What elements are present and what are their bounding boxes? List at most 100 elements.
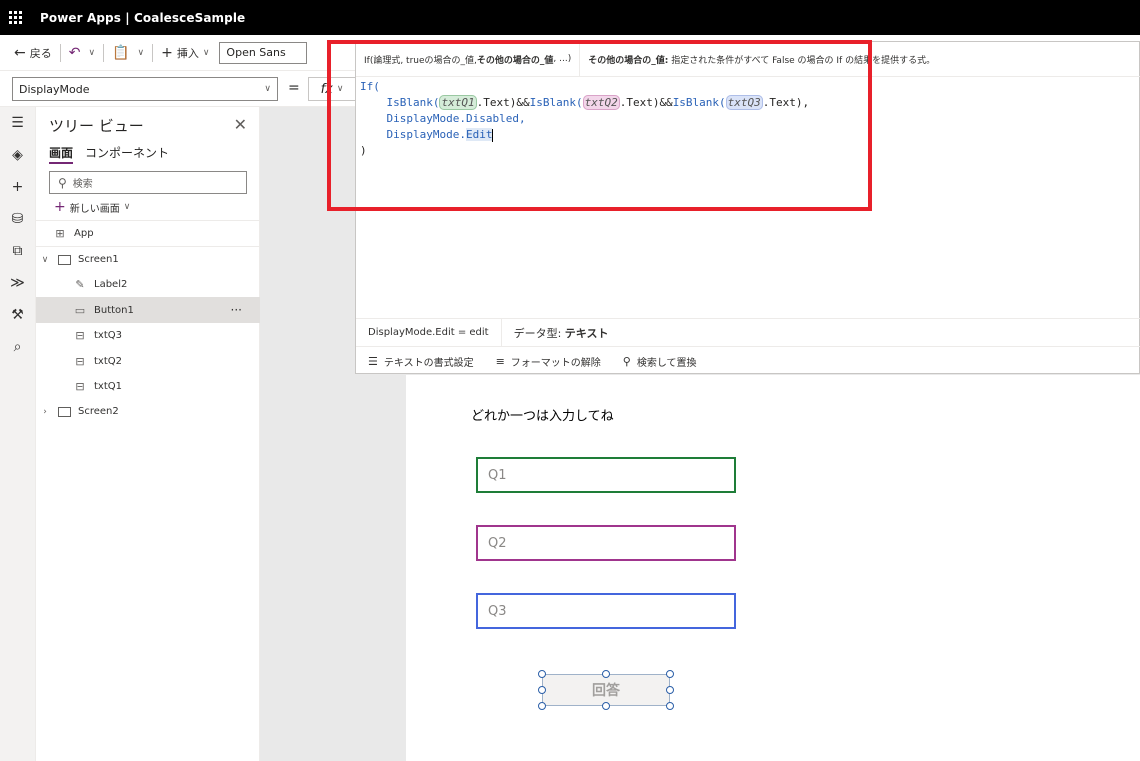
tree-search-input[interactable]: ⚲ 検索 xyxy=(49,171,247,194)
file-name: CoalesceSample xyxy=(134,10,246,25)
search-icon: ⚲ xyxy=(58,175,67,190)
app-title: Power Apps | CoalesceSample xyxy=(40,11,245,25)
find-replace-label: 検索して置換 xyxy=(636,357,697,369)
format-text-label: テキストの書式設定 xyxy=(383,357,474,369)
chevron-down-icon[interactable]: ∨ xyxy=(138,48,145,58)
insert-label: 挿入 xyxy=(176,46,199,60)
tree-item-label: App xyxy=(74,228,94,239)
tree-item-label: Screen2 xyxy=(78,406,119,417)
insert-button[interactable]: + 挿入 ∨ xyxy=(157,41,213,65)
property-dropdown[interactable]: DisplayMode ∨ xyxy=(12,77,278,101)
font-value: Open Sans xyxy=(226,46,286,59)
power-automate-icon[interactable]: ≫ xyxy=(0,267,35,299)
txtq3-input[interactable]: Q3 xyxy=(476,593,736,629)
tree-item-label: txtQ2 xyxy=(94,356,122,367)
resize-handle[interactable] xyxy=(666,686,674,694)
tree-item-label: Button1 xyxy=(94,304,134,316)
text-input-icon: ⊟ xyxy=(75,329,85,342)
tab-screens[interactable]: 画面 xyxy=(49,144,74,164)
tree-view-panel: ツリー ビュー ✕ 画面 コンポーネント ⚲ 検索 + 新しい画面 ∨ ⊞ Ap… xyxy=(36,107,260,761)
property-value: DisplayMode xyxy=(19,82,90,96)
chevron-down-icon: ∨ xyxy=(123,202,131,212)
q3-placeholder: Q3 xyxy=(488,603,507,619)
waffle-menu-button[interactable] xyxy=(0,0,30,35)
tree-item-label: txtQ3 xyxy=(94,330,122,341)
text-input-icon: ⊟ xyxy=(75,380,85,393)
chevron-down-icon[interactable]: ∨ xyxy=(40,255,50,265)
tree-view-title: ツリー ビュー xyxy=(49,117,144,135)
tools-icon[interactable]: ⚒ xyxy=(0,299,35,331)
resize-handle[interactable] xyxy=(538,686,546,694)
resize-handle[interactable] xyxy=(538,670,546,678)
resize-handle[interactable] xyxy=(602,702,610,710)
tree-item-screen1[interactable]: ∨ Screen1 xyxy=(36,247,260,272)
undo-button[interactable]: ↶ ∨ xyxy=(65,41,99,65)
divider xyxy=(59,43,61,62)
font-select[interactable]: Open Sans xyxy=(219,41,308,64)
tree-item-label2[interactable]: ✎ Label2 xyxy=(36,272,260,297)
paste-button[interactable]: 📋 ∨ xyxy=(108,41,148,65)
format-text-icon: ☰ xyxy=(368,354,378,368)
highlight-frame xyxy=(327,40,872,211)
tree-item-app[interactable]: ⊞ App xyxy=(36,221,260,246)
resize-handle[interactable] xyxy=(602,670,610,678)
tree-view-tabs: 画面 コンポーネント xyxy=(49,144,169,164)
data-type: データ型: テキスト xyxy=(502,325,621,341)
tab-components[interactable]: コンポーネント xyxy=(85,144,169,164)
search-placeholder: 検索 xyxy=(72,179,93,190)
media-icon[interactable]: ⧉ xyxy=(0,235,35,267)
data-type-value: テキスト xyxy=(564,326,609,340)
chevron-down-icon: ∨ xyxy=(202,47,210,58)
chevron-down-icon[interactable]: ∨ xyxy=(88,48,95,58)
new-screen-label: 新しい画面 xyxy=(69,203,120,215)
close-icon[interactable]: ✕ xyxy=(234,115,247,134)
new-screen-button[interactable]: + 新しい画面 ∨ xyxy=(54,199,130,215)
button-icon: ▭ xyxy=(74,303,86,317)
chevron-right-icon[interactable]: › xyxy=(40,407,50,417)
app-header: Power Apps | CoalesceSample xyxy=(0,0,1140,35)
insert-plus-icon[interactable]: + xyxy=(0,171,35,203)
left-rail: ☰ ◈ + ⛁ ⧉ ≫ ⚒ ⌕ xyxy=(0,107,36,761)
hamburger-icon[interactable]: ☰ xyxy=(0,107,35,139)
remove-format-label: フォーマットの解除 xyxy=(510,357,601,369)
tree-item-txtq1[interactable]: ⊟ txtQ1 xyxy=(36,374,260,399)
tree-item-button1[interactable]: ▭ Button1 ··· xyxy=(36,297,260,323)
database-icon[interactable]: ⛁ xyxy=(0,203,35,235)
tree-item-screen2[interactable]: › Screen2 xyxy=(36,399,260,424)
back-button[interactable]: ← 戻る xyxy=(10,41,56,65)
screen-icon xyxy=(56,406,72,418)
equals-sign: = xyxy=(288,80,300,96)
find-replace-button[interactable]: ⚲ 検索して置換 xyxy=(623,354,697,369)
q2-placeholder: Q2 xyxy=(488,535,507,551)
formula-result-bar: DisplayMode.Edit = edit データ型: テキスト xyxy=(356,318,1140,347)
undo-icon: ↶ xyxy=(68,44,81,61)
resize-handle[interactable] xyxy=(538,702,546,710)
remove-format-button[interactable]: ≡ フォーマットの解除 xyxy=(496,354,601,369)
format-text-button[interactable]: ☰ テキストの書式設定 xyxy=(368,354,474,369)
txtq1-input[interactable]: Q1 xyxy=(476,457,736,493)
remove-format-icon: ≡ xyxy=(495,354,505,368)
layers-icon[interactable]: ◈ xyxy=(0,139,35,171)
q1-placeholder: Q1 xyxy=(488,467,507,483)
tree-item-txtq3[interactable]: ⊟ txtQ3 xyxy=(36,323,260,348)
screen-icon xyxy=(56,254,72,266)
divider xyxy=(152,43,154,62)
data-type-label: データ型: xyxy=(513,326,565,340)
tree-item-txtq2[interactable]: ⊟ txtQ2 xyxy=(36,349,260,374)
app-icon: ⊞ xyxy=(55,227,65,240)
clipboard-icon: 📋 xyxy=(112,44,130,61)
back-label: 戻る xyxy=(29,46,52,60)
text-input-icon: ⊟ xyxy=(75,355,85,368)
more-options-icon[interactable]: ··· xyxy=(231,303,242,317)
button1-label: 回答 xyxy=(592,683,620,699)
divider xyxy=(103,43,105,62)
search-icon[interactable]: ⌕ xyxy=(0,331,35,363)
resize-handle[interactable] xyxy=(666,670,674,678)
app-name: Power Apps xyxy=(40,10,121,25)
search-icon: ⚲ xyxy=(622,354,631,368)
chevron-down-icon: ∨ xyxy=(264,84,271,94)
txtq2-input[interactable]: Q2 xyxy=(476,525,736,561)
tree-item-label: Screen1 xyxy=(78,254,119,265)
resize-handle[interactable] xyxy=(666,702,674,710)
result-value: DisplayMode.Edit = edit xyxy=(356,318,502,347)
